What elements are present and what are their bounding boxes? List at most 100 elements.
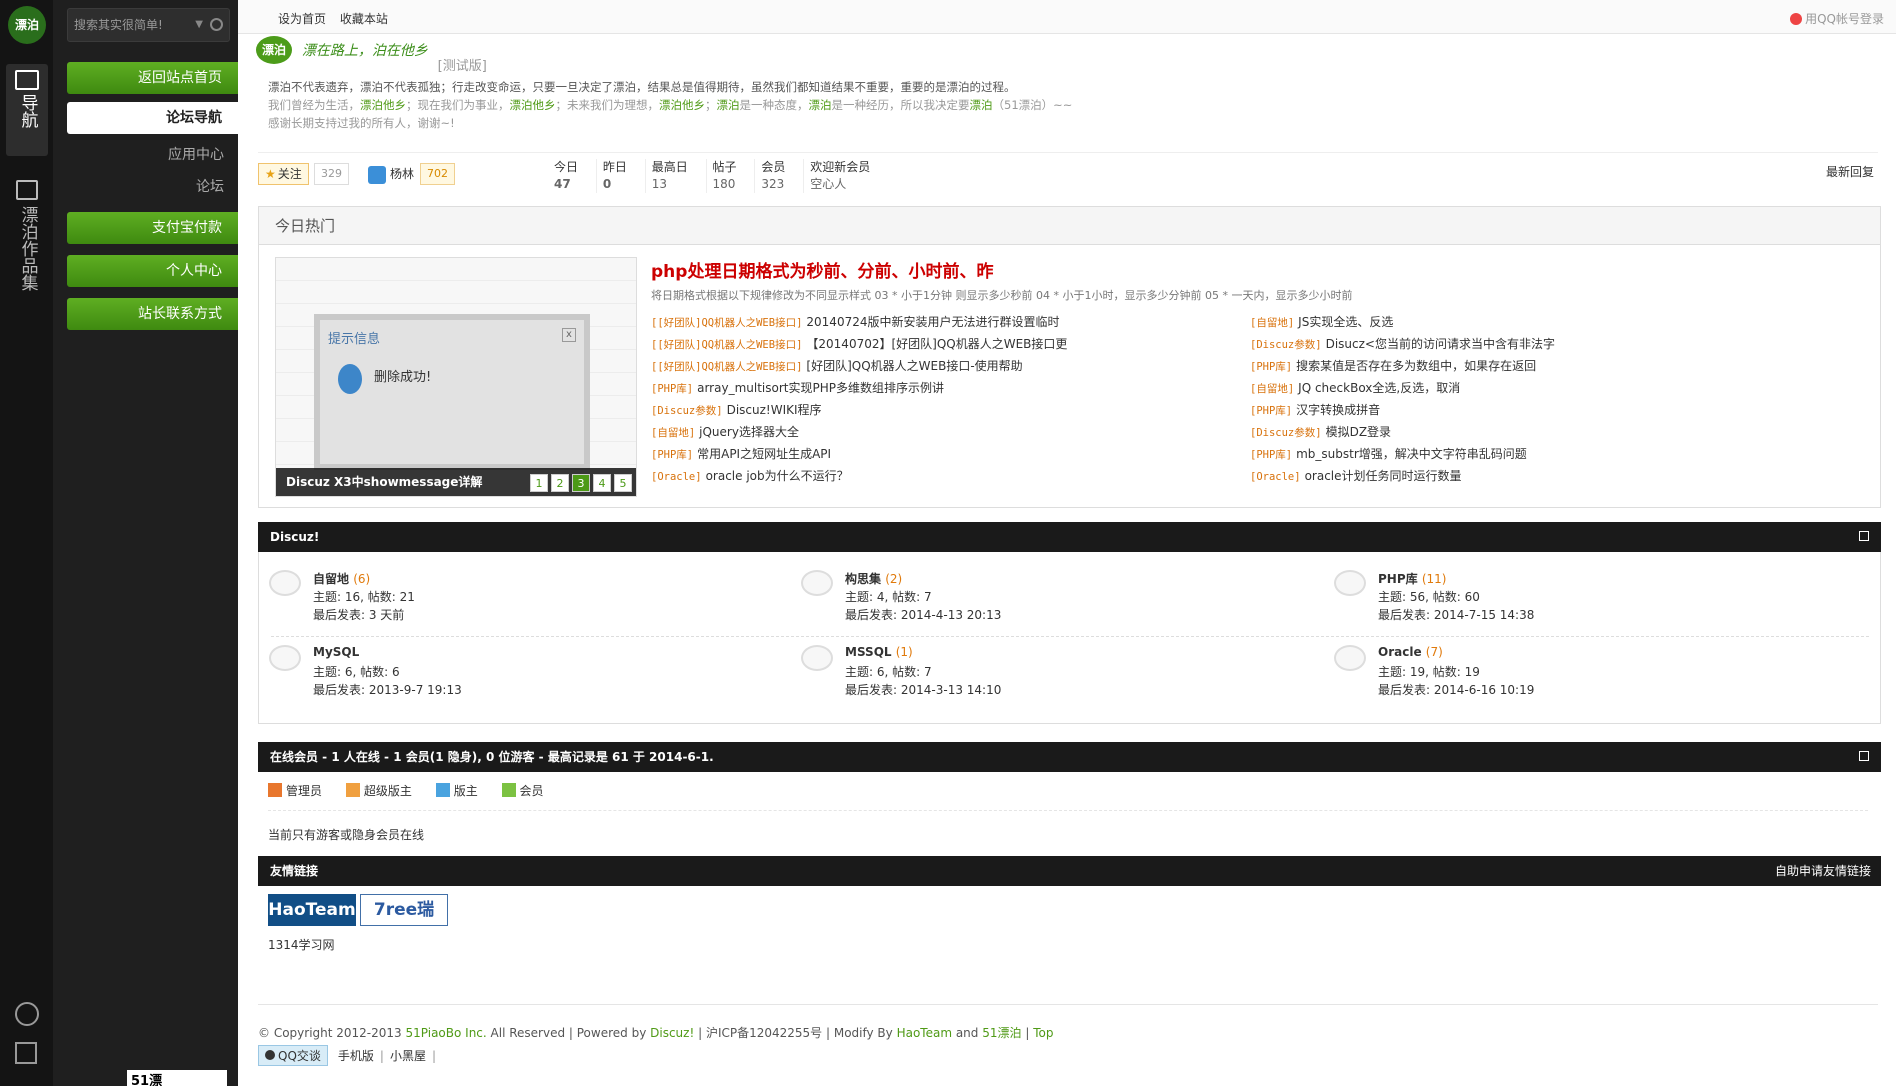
forum-item[interactable]: MySQL 主题: 6, 帖数: 6 最后发表: 2013-9-7 19:13 (259, 627, 759, 697)
app-center-link[interactable]: 应用中心 (168, 144, 224, 164)
sidebar: 搜索其实很简单! ▼ 返回站点首页 论坛导航 应用中心 论坛 支付宝付款 个人中… (53, 0, 238, 1086)
slide-page-3[interactable]: 3 (572, 474, 590, 492)
forum-item[interactable]: MSSQL (1) 主题: 6, 帖数: 7 最后发表: 2014-3-13 14:… (791, 627, 1291, 697)
legend-member: 会员 (501, 783, 544, 798)
slide-page-2[interactable]: 2 (551, 474, 569, 492)
brand-logo[interactable]: 漂泊 (256, 36, 292, 64)
dialog-message: 删除成功! (374, 370, 432, 385)
forum-item[interactable]: 自留地 (6) 主题: 16, 帖数: 21 最后发表: 3 天前 (259, 552, 759, 622)
notes-icon[interactable] (15, 1042, 37, 1064)
dialog-title: 提示信息 (328, 332, 381, 347)
discuz-title[interactable]: Discuz! (270, 530, 319, 544)
intro-line-1: 漂泊不代表遗弃，漂泊不代表孤独；行走改变命运，只要一旦决定了漂泊，结果总是值得期… (268, 80, 1016, 94)
hot-list-right: [自留地] JS实现全选、反选 [Discuz参数] Disucz<您当前的访问请求… (1250, 311, 1810, 487)
haoteam-link[interactable]: HaoTeam (897, 1026, 952, 1040)
legend-super-mod: 超级版主 (345, 783, 412, 798)
nav-tab[interactable]: 导航 (6, 64, 48, 156)
forum-item[interactable]: PHP库 (11) 主题: 56, 帖数: 60 最后发表: 2014-7-15 1… (1324, 552, 1824, 622)
online-title[interactable]: 在线会员 - 1 人在线 - 1 会员(1 隐身), 0 位游客 - 最高记录是… (270, 750, 714, 764)
company-link[interactable]: 51PiaoBo Inc. (406, 1026, 487, 1040)
qq-login-link[interactable]: 用QQ帐号登录 (1790, 10, 1884, 27)
forum-bubble-icon (1334, 570, 1366, 596)
list-item[interactable]: [PHP库] 汉字转换成拼音 (1250, 399, 1810, 421)
list-item[interactable]: [PHP库] 搜索某值是否存在多为数组中，如果存在返回 (1250, 355, 1810, 377)
chevron-down-icon[interactable]: ▼ (195, 9, 203, 41)
list-item[interactable]: [Oracle] oracle job为什么不运行？ (651, 465, 1211, 487)
text-friend-link[interactable]: 1314学习网 (268, 936, 335, 953)
links-header: 友情链接 自助申请友情链接 (258, 856, 1881, 886)
slide-dialog: 提示信息 x 删除成功! (314, 314, 590, 470)
help-icon[interactable] (15, 1002, 39, 1026)
list-item[interactable]: [[好团队]QQ机器人之WEB接口] [好团队]QQ机器人之WEB接口-使用帮助 (651, 355, 1211, 377)
contact-button[interactable]: 站长联系方式 (67, 298, 238, 330)
stat-new-member[interactable]: 欢迎新会员 空心人 (803, 159, 884, 193)
search-input[interactable]: 搜索其实很简单! ▼ (67, 8, 230, 42)
slide-page-5[interactable]: 5 (614, 474, 632, 492)
slideshow[interactable]: 提示信息 x 删除成功! Discuz X3中showmessage详解 123… (275, 257, 637, 497)
forum-item[interactable]: Oracle (7) 主题: 19, 帖数: 19 最后发表: 2014-6-16 … (1324, 627, 1824, 697)
expand-icon[interactable] (1859, 531, 1869, 541)
online-status: 当前只有游客或隐身会员在线 (268, 828, 425, 842)
stat-posts: 帖子 180 (705, 159, 751, 193)
list-item[interactable]: [PHP库] array_multisort实现PHP多维数组排序示例讲 (651, 377, 1211, 399)
slide-page-1[interactable]: 1 (530, 474, 548, 492)
list-item[interactable]: [自留地] JS实现全选、反选 (1250, 311, 1810, 333)
51piaobo-link[interactable]: 51漂泊 (982, 1026, 1021, 1040)
profile-button[interactable]: 个人中心 (67, 255, 238, 287)
expand-icon[interactable] (1859, 751, 1869, 761)
list-item[interactable]: [自留地] jQuery选择器大全 (651, 421, 1211, 443)
forum-bubble-icon (801, 570, 833, 596)
7ree-logo-link[interactable]: 7ree瑞 (360, 894, 448, 926)
footer-links: QQ交谈 手机版 | 小黑屋 | (258, 1045, 442, 1066)
close-icon: x (562, 328, 576, 342)
qq-chat-button[interactable]: QQ交谈 (258, 1045, 328, 1066)
mini-logo: 51漂 (127, 1070, 227, 1086)
list-item[interactable]: [Discuz参数] Disucz<您当前的访问请求当中含有非法字 (1250, 333, 1810, 355)
blackroom-link[interactable]: 小黑屋 (390, 1049, 426, 1063)
site-logo[interactable]: 漂泊 (8, 6, 46, 44)
list-item[interactable]: [PHP库] mb_substr增强，解决中文字符串乱码问题 (1250, 443, 1810, 465)
hot-list-left: [[好团队]QQ机器人之WEB接口] 20140724版中新安装用户无法进行群设置… (651, 311, 1211, 487)
back-home-button[interactable]: 返回站点首页 (67, 62, 238, 94)
alipay-button[interactable]: 支付宝付款 (67, 212, 238, 244)
works-tab[interactable]: 漂泊作品集 (14, 180, 40, 294)
mobile-link[interactable]: 手机版 (338, 1049, 374, 1063)
list-item[interactable]: [[好团队]QQ机器人之WEB接口] 20140724版中新安装用户无法进行群设置… (651, 311, 1211, 333)
moderator-icon (435, 783, 450, 797)
brand: 漂泊 漂在路上，泊在他乡 [测试版] (256, 36, 487, 74)
friend-links: HaoTeam 7ree瑞 (268, 894, 448, 926)
forum-link[interactable]: 论坛 (196, 176, 224, 196)
super-moderator-icon (345, 783, 360, 797)
slide-page-4[interactable]: 4 (593, 474, 611, 492)
haoteam-logo-link[interactable]: HaoTeam (268, 894, 356, 926)
list-item[interactable]: [自留地] JQ checkBox全选,反选，取消 (1250, 377, 1810, 399)
set-home-link[interactable]: 设为首页 (278, 12, 326, 26)
user-link[interactable]: 杨林 (368, 163, 414, 185)
list-item[interactable]: [Oracle] oracle计划任务同时运行数量 (1250, 465, 1810, 487)
list-item[interactable]: [Discuz参数] Discuz!WIKI程序 (651, 399, 1211, 421)
top-link[interactable]: Top (1033, 1026, 1053, 1040)
apply-link[interactable]: 自助申请友情链接 (1775, 856, 1871, 886)
bookmark-link[interactable]: 收藏本站 (340, 12, 388, 26)
hot-summary: 将日期格式根据以下规律修改为不同显示样式 03 * 小于1分钟 则显示多少秒前 … (651, 289, 1353, 302)
hot-today-title: 今日热门 (259, 207, 1880, 245)
follow-button[interactable]: ★ 关注 (258, 163, 309, 185)
qq-icon (1790, 13, 1803, 25)
list-item[interactable]: [[好团队]QQ机器人之WEB接口] 【20140702】[好团队]QQ机器人之W… (651, 333, 1211, 355)
brand-slogan: 漂在路上，泊在他乡 (301, 43, 428, 59)
list-item[interactable]: [PHP库] 常用API之短网址生成API (651, 443, 1211, 465)
search-icon[interactable] (210, 18, 223, 31)
legend-admin: 管理员 (268, 783, 322, 798)
legend-mod: 版主 (435, 783, 478, 798)
list-item[interactable]: [Discuz参数] 模拟DZ登录 (1250, 421, 1810, 443)
latest-reply-link[interactable]: 最新回复 (1826, 163, 1874, 180)
user-icon (368, 165, 386, 184)
forum-nav-button[interactable]: 论坛导航 (67, 102, 238, 134)
hot-headline[interactable]: php处理日期格式为秒前、分前、小时前、昨 (651, 257, 993, 282)
chat-icon (15, 70, 39, 90)
forum-bubble-icon (269, 570, 301, 596)
stat-max-day: 最高日 13 (644, 159, 702, 193)
forum-item[interactable]: 构思集 (2) 主题: 4, 帖数: 7 最后发表: 2014-4-13 20:13 (791, 552, 1291, 622)
discuz-link[interactable]: Discuz! (650, 1026, 694, 1040)
works-tab-label: 漂泊作品集 (17, 206, 38, 291)
